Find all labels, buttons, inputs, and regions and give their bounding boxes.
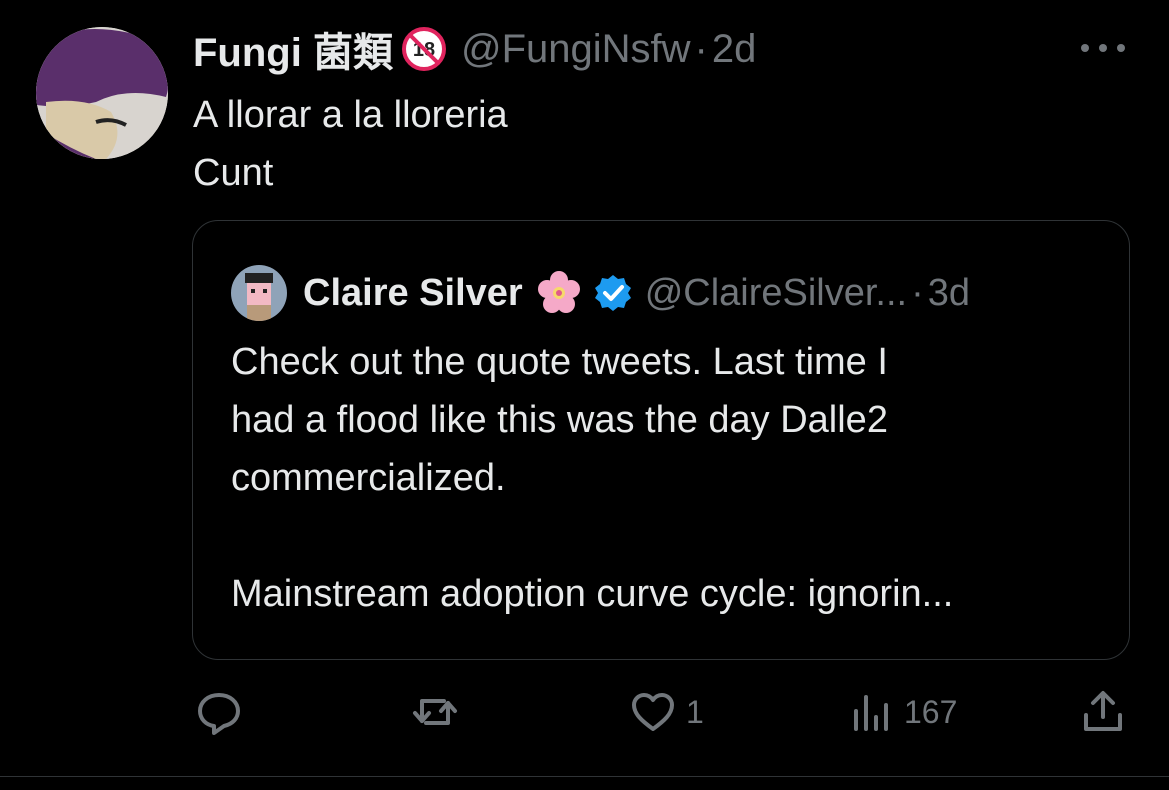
tweet-line: A llorar a la lloreria [193,94,508,136]
reply-icon [198,693,240,735]
tweet-line: Cunt [193,152,274,194]
divider [0,776,1169,777]
quote-time[interactable]: 3d [928,272,970,315]
like-button[interactable]: 1 [628,682,704,742]
reply-button[interactable] [194,682,252,742]
quoted-tweet[interactable]: Claire Silver @ClaireSilver... · 3d Chec… [192,220,1130,660]
action-bar: 1 167 [192,682,1132,742]
tweet-header: Fungi 菌類 18 @FungiNsfw · 2d [193,24,757,76]
author-name[interactable]: Fungi 菌類 [193,20,393,78]
tweet-text: A llorar a la lloreria Cunt [193,86,508,202]
quote-author-handle[interactable]: @ClaireSilver... [645,272,907,315]
separator-dot: · [911,271,924,314]
share-button[interactable] [1078,682,1128,742]
separator-dot: · [694,26,708,71]
quote-text: Check out the quote tweets. Last time I … [231,341,954,615]
author-avatar[interactable] [36,27,168,159]
like-count: 1 [686,693,704,730]
cherry-blossom-icon [537,271,580,313]
heart-icon [632,693,674,731]
tweet-time[interactable]: 2d [712,27,757,72]
views-button[interactable]: 167 [846,682,957,742]
retweet-button[interactable] [410,682,468,742]
share-icon [1084,691,1122,731]
retweet-icon [413,699,457,725]
quote-author-avatar[interactable] [231,265,287,321]
quote-author-name[interactable]: Claire Silver [303,272,523,315]
views-icon [854,695,888,731]
views-count: 167 [904,693,958,730]
more-options-icon[interactable] [1075,30,1131,66]
author-handle[interactable]: @FungiNsfw [461,27,691,72]
quote-header: Claire Silver @ClaireSilver... · 3d [231,265,970,321]
verified-badge-icon [594,275,631,311]
18-plus-icon: 18 [401,27,446,71]
